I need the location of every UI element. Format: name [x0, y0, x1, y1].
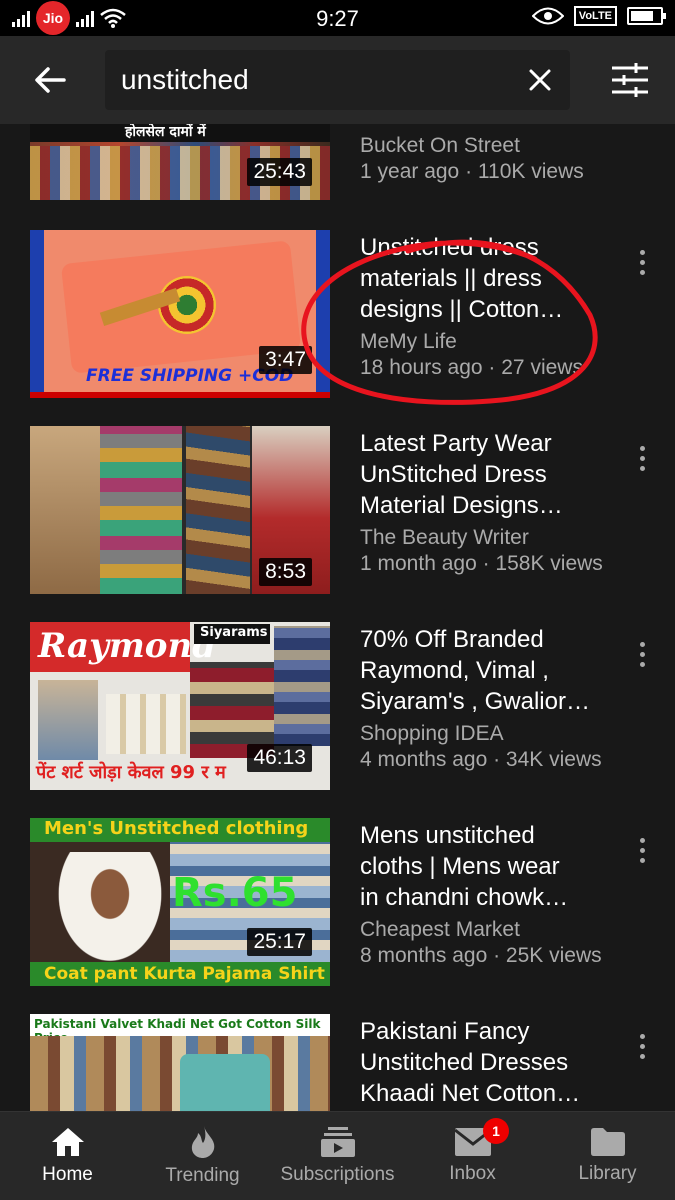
arrow-left-icon: [35, 67, 66, 93]
video-thumbnail[interactable]: FREE SHIPPING +COD 3:47: [30, 230, 330, 398]
channel-name: Bucket On Street: [360, 134, 520, 157]
video-meta: Unstitched dress materials || dress desi…: [360, 232, 622, 381]
nav-label: Inbox: [449, 1163, 496, 1184]
search-box[interactable]: [105, 50, 570, 110]
thumbnail-caption-top: Men's Unstitched clothing: [44, 818, 309, 839]
more-options-button[interactable]: [628, 1026, 656, 1066]
thumbnail-caption: पेंट शर्ट जोड़ा केवल 99 र म: [36, 762, 226, 783]
video-meta: Bucket On Street 1 year ago · 110K views: [360, 129, 622, 185]
video-meta: Latest Party Wear UnStitched Dress Mater…: [360, 428, 622, 577]
nav-label: Subscriptions: [280, 1164, 395, 1185]
back-button[interactable]: [0, 36, 100, 124]
notification-badge: 1: [483, 1118, 509, 1144]
close-icon: [529, 69, 551, 91]
video-meta: Mens unstitched cloths | Mens wear in ch…: [360, 820, 622, 969]
channel-name: MeMy Life: [360, 330, 457, 353]
flame-icon: [191, 1126, 214, 1158]
video-result[interactable]: Pakistani Valvet Khadi Net Got Cotton Si…: [0, 1012, 675, 1111]
more-options-button[interactable]: [628, 830, 656, 870]
carrier-logo: Jio: [36, 1, 70, 35]
video-result[interactable]: Raymond Siyarams पेंट शर्ट जोड़ा केवल 99…: [0, 620, 675, 816]
video-thumbnail[interactable]: होलसेल दामों में 25:43: [30, 124, 330, 200]
channel-name: Shopping IDEA: [360, 722, 504, 745]
nav-trending[interactable]: Trending: [135, 1112, 270, 1200]
home-icon: [51, 1128, 84, 1156]
signal-icon-2: [76, 9, 94, 27]
nav-label: Library: [578, 1163, 637, 1184]
clear-search-button[interactable]: [524, 64, 556, 96]
video-duration: 46:13: [247, 744, 312, 772]
video-duration: 3:47: [259, 346, 312, 374]
search-input[interactable]: [121, 64, 501, 96]
video-result[interactable]: FREE SHIPPING +COD 3:47 Unstitched dress…: [0, 228, 675, 424]
thumbnail-brand-raymond: Raymond: [38, 626, 216, 666]
tune-icon: [612, 63, 648, 97]
channel-name: Cheapest Market: [360, 918, 520, 941]
thumbnail-price: Rs.65: [172, 870, 298, 916]
video-thumbnail[interactable]: Men's Unstitched clothing Rs.65 Coat pan…: [30, 818, 330, 986]
video-title[interactable]: Latest Party Wear UnStitched Dress Mater…: [360, 428, 622, 521]
thumbnail-brand-siyarams: Siyarams: [200, 625, 268, 640]
subscriptions-icon: [320, 1127, 355, 1157]
nav-inbox[interactable]: 1 Inbox: [405, 1112, 540, 1200]
nav-home[interactable]: Home: [0, 1112, 135, 1200]
wifi-icon: [100, 8, 126, 28]
status-left: Jio: [12, 1, 126, 35]
video-stats: 1 month ago · 158K views: [360, 552, 603, 575]
nav-subscriptions[interactable]: Subscriptions: [270, 1112, 405, 1200]
video-title[interactable]: 70% Off Branded Raymond, Vimal , Siyaram…: [360, 624, 622, 717]
thumbnail-caption: होलसेल दामों में: [125, 124, 206, 140]
video-stats: 18 hours ago · 27 views: [360, 356, 583, 379]
channel-name: The Beauty Writer: [360, 526, 529, 549]
video-result[interactable]: 8:53 Latest Party Wear UnStitched Dress …: [0, 424, 675, 620]
search-header: [0, 36, 675, 124]
search-results-list: होलसेल दामों में 25:43 Bucket On Street …: [0, 124, 675, 1111]
more-options-button[interactable]: [628, 634, 656, 674]
signal-icon: [12, 9, 30, 27]
volte-badge: VoLTE: [573, 6, 617, 26]
bottom-navigation: Home Trending Subscriptions 1 Inbox Libr…: [0, 1111, 675, 1200]
video-meta: 70% Off Branded Raymond, Vimal , Siyaram…: [360, 624, 622, 773]
more-options-button[interactable]: [628, 438, 656, 478]
video-stats: 1 year ago · 110K views: [360, 160, 584, 183]
video-thumbnail[interactable]: Pakistani Valvet Khadi Net Got Cotton Si…: [30, 1014, 330, 1111]
video-title[interactable]: Pakistani Fancy Unstitched Dresses Khaad…: [360, 1016, 622, 1109]
video-result[interactable]: होलसेल दामों में 25:43 Bucket On Street …: [0, 124, 675, 200]
nav-label: Home: [42, 1164, 93, 1185]
video-stats: 8 months ago · 25K views: [360, 944, 602, 967]
eye-icon: [531, 7, 564, 25]
video-meta: Pakistani Fancy Unstitched Dresses Khaad…: [360, 1016, 622, 1109]
filter-button[interactable]: [604, 60, 656, 100]
video-duration: 8:53: [259, 558, 312, 586]
video-result[interactable]: Men's Unstitched clothing Rs.65 Coat pan…: [0, 816, 675, 1012]
more-options-button[interactable]: [628, 242, 656, 282]
status-right: VoLTE: [531, 6, 666, 26]
nav-library[interactable]: Library: [540, 1112, 675, 1200]
video-thumbnail[interactable]: Raymond Siyarams पेंट शर्ट जोड़ा केवल 99…: [30, 622, 330, 790]
video-duration: 25:43: [247, 158, 312, 186]
video-title[interactable]: Unstitched dress materials || dress desi…: [360, 232, 622, 325]
status-bar: Jio 9:27 VoLTE: [0, 0, 675, 36]
battery-icon: [627, 7, 666, 25]
folder-icon: [590, 1128, 625, 1156]
video-thumbnail[interactable]: 8:53: [30, 426, 330, 594]
video-stats: 4 months ago · 34K views: [360, 748, 602, 771]
video-duration: 25:17: [247, 928, 312, 956]
thumbnail-caption-bottom: Coat pant Kurta Pajama Shirt: [44, 964, 325, 984]
video-title[interactable]: Mens unstitched cloths | Mens wear in ch…: [360, 820, 622, 913]
nav-label: Trending: [165, 1165, 240, 1186]
